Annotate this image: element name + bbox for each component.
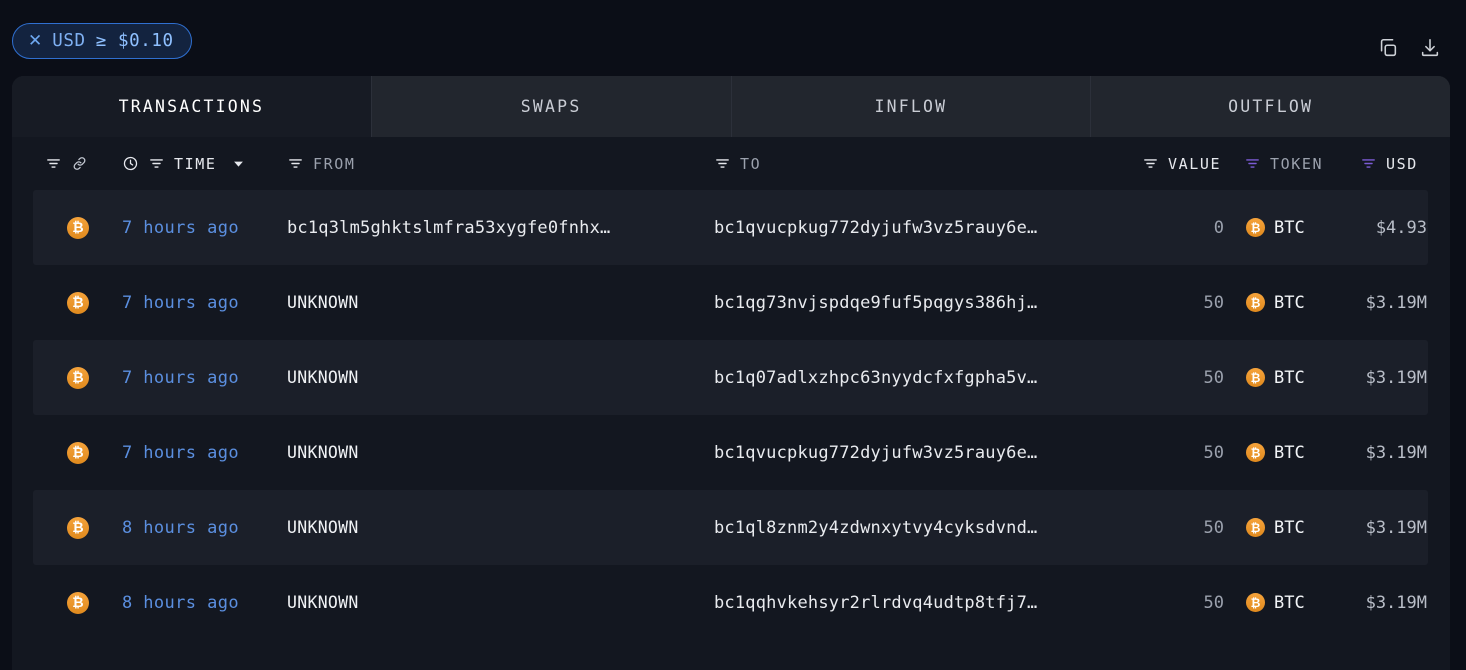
link-icon[interactable] — [71, 155, 88, 172]
row-token[interactable]: ₿ BTC — [1246, 265, 1305, 340]
row-from[interactable]: UNKNOWN — [287, 490, 359, 565]
row-to[interactable]: bc1qvucpkug772dyjufw3vz5rauy6e… — [714, 415, 1037, 490]
row-from[interactable]: UNKNOWN — [287, 565, 359, 640]
filter-icon[interactable] — [1142, 155, 1159, 172]
bitcoin-icon: ₿ — [1246, 368, 1265, 387]
row-usd: $3.19M — [1365, 292, 1427, 313]
row-value: 50 — [1203, 592, 1224, 613]
row-time[interactable]: 8 hours ago — [122, 490, 239, 565]
bitcoin-icon: ₿ — [1246, 293, 1265, 312]
bitcoin-icon: ₿ — [67, 340, 89, 415]
bitcoin-icon: ₿ — [67, 190, 89, 265]
tab-transactions-label: TRANSACTIONS — [118, 97, 265, 116]
tab-inflow[interactable]: INFLOW — [731, 76, 1092, 137]
row-usd: $3.19M — [1365, 442, 1427, 463]
clock-icon[interactable] — [122, 155, 139, 172]
copy-icon[interactable] — [1374, 34, 1402, 62]
download-icon[interactable] — [1416, 34, 1444, 62]
filter-icon[interactable] — [714, 155, 731, 172]
table-row[interactable]: ₿ 8 hours ago UNKNOWN bc1qqhvkehsyr2rlrd… — [12, 565, 1450, 640]
transactions-table-body: ₿ 7 hours ago bc1q3lm5ghktslmfra53xygfe0… — [12, 190, 1450, 640]
row-value: 50 — [1203, 442, 1224, 463]
column-header-from[interactable]: FROM — [287, 137, 356, 190]
column-header-token[interactable]: TOKEN — [1244, 137, 1323, 190]
filter-icon[interactable] — [45, 155, 62, 172]
column-header-time-label: TIME — [174, 154, 217, 173]
row-time[interactable]: 7 hours ago — [122, 265, 239, 340]
table-row[interactable]: ₿ 7 hours ago bc1q3lm5ghktslmfra53xygfe0… — [12, 190, 1450, 265]
column-header-usd[interactable]: USD — [1360, 137, 1418, 190]
row-to[interactable]: bc1qqhvkehsyr2rlrdvq4udtp8tfj7… — [714, 565, 1037, 640]
row-from[interactable]: bc1q3lm5ghktslmfra53xygfe0fnhx… — [287, 190, 610, 265]
bitcoin-icon: ₿ — [67, 265, 89, 340]
filter-icon[interactable] — [287, 155, 304, 172]
row-from[interactable]: UNKNOWN — [287, 415, 359, 490]
bitcoin-icon: ₿ — [1246, 593, 1265, 612]
tab-bar: TRANSACTIONS SWAPS INFLOW OUTFLOW — [12, 76, 1450, 137]
filter-icon[interactable] — [1244, 155, 1261, 172]
column-header-token-label: TOKEN — [1270, 154, 1324, 173]
row-value: 50 — [1203, 367, 1224, 388]
column-header-asset — [45, 137, 88, 190]
row-value: 50 — [1203, 517, 1224, 538]
row-from[interactable]: UNKNOWN — [287, 265, 359, 340]
bitcoin-icon: ₿ — [67, 565, 89, 640]
row-to[interactable]: bc1q07adlxzhpc63nyydcfxfgpha5v… — [714, 340, 1037, 415]
column-header-value[interactable]: VALUE — [1142, 137, 1221, 190]
bitcoin-icon: ₿ — [67, 490, 89, 565]
row-value: 0 — [1213, 217, 1224, 238]
row-token[interactable]: ₿ BTC — [1246, 340, 1305, 415]
bitcoin-icon: ₿ — [1246, 218, 1265, 237]
bitcoin-icon: ₿ — [1246, 518, 1265, 537]
tab-outflow[interactable]: OUTFLOW — [1091, 76, 1450, 137]
tab-inflow-label: INFLOW — [874, 97, 948, 116]
row-to[interactable]: bc1qvucpkug772dyjufw3vz5rauy6e… — [714, 190, 1037, 265]
bitcoin-icon: ₿ — [67, 415, 89, 490]
row-token[interactable]: ₿ BTC — [1246, 190, 1305, 265]
tab-outflow-label: OUTFLOW — [1228, 97, 1314, 116]
bitcoin-icon: ₿ — [1246, 443, 1265, 462]
tab-swaps-label: SWAPS — [520, 97, 582, 116]
tab-transactions[interactable]: TRANSACTIONS — [12, 76, 372, 137]
row-value: 50 — [1203, 292, 1224, 313]
top-filter-bar: ✕ USD ≥ $0.10 — [0, 0, 1466, 76]
column-header-from-label: FROM — [313, 154, 356, 173]
column-header-usd-label: USD — [1386, 154, 1418, 173]
row-time[interactable]: 8 hours ago — [122, 565, 239, 640]
filter-icon[interactable] — [1360, 155, 1377, 172]
table-row[interactable]: ₿ 7 hours ago UNKNOWN bc1qvucpkug772dyju… — [12, 415, 1450, 490]
row-time[interactable]: 7 hours ago — [122, 340, 239, 415]
row-usd: $4.93 — [1375, 217, 1427, 238]
row-token[interactable]: ₿ BTC — [1246, 490, 1305, 565]
row-usd: $3.19M — [1365, 367, 1427, 388]
filter-chip-label: USD — [52, 31, 86, 51]
close-icon[interactable]: ✕ — [28, 32, 42, 50]
row-usd: $3.19M — [1365, 592, 1427, 613]
filter-icon[interactable] — [148, 155, 165, 172]
row-time[interactable]: 7 hours ago — [122, 415, 239, 490]
row-to[interactable]: bc1ql8znm2y4zdwnxytvy4cyksdvnd… — [714, 490, 1037, 565]
chevron-down-icon[interactable] — [231, 156, 246, 171]
row-time[interactable]: 7 hours ago — [122, 190, 239, 265]
filter-chip-usd[interactable]: ✕ USD ≥ $0.10 — [12, 23, 192, 59]
table-row[interactable]: ₿ 7 hours ago UNKNOWN bc1q07adlxzhpc63ny… — [12, 340, 1450, 415]
column-header-time[interactable]: TIME — [122, 137, 246, 190]
row-from[interactable]: UNKNOWN — [287, 340, 359, 415]
row-token[interactable]: ₿ BTC — [1246, 565, 1305, 640]
filter-chip-value: ≥ $0.10 — [95, 31, 174, 51]
top-actions — [1374, 34, 1444, 62]
table-row[interactable]: ₿ 7 hours ago UNKNOWN bc1qg73nvjspdqe9fu… — [12, 265, 1450, 340]
column-header-to-label: TO — [740, 154, 762, 173]
row-usd: $3.19M — [1365, 517, 1427, 538]
row-token[interactable]: ₿ BTC — [1246, 415, 1305, 490]
transactions-panel: TRANSACTIONS SWAPS INFLOW OUTFLOW TIME F… — [12, 76, 1450, 670]
table-row[interactable]: ₿ 8 hours ago UNKNOWN bc1ql8znm2y4zdwnxy… — [12, 490, 1450, 565]
column-header-value-label: VALUE — [1168, 154, 1222, 173]
column-header-to[interactable]: TO — [714, 137, 761, 190]
row-to[interactable]: bc1qg73nvjspdqe9fuf5pqgys386hj… — [714, 265, 1037, 340]
tab-swaps[interactable]: SWAPS — [371, 76, 732, 137]
column-header-row: TIME FROM TO VALUE TOKEN USD — [12, 137, 1450, 190]
